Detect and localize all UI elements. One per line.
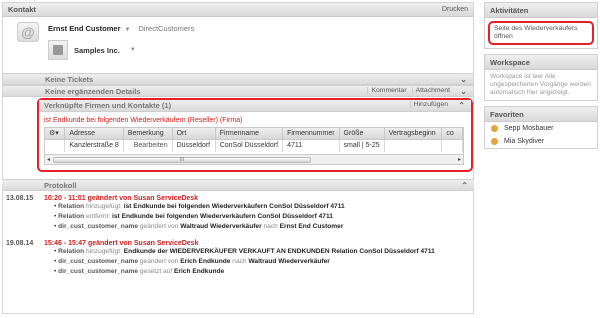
favorite-item[interactable]: Mia Skydiver <box>485 135 597 148</box>
horizontal-scrollbar[interactable]: ◂ III ▸ <box>45 154 463 164</box>
activities-title: Aktivitäten <box>485 3 597 18</box>
linked-section-bar: Verknüpfte Firmen und Kontakte (1) Hinzu… <box>39 100 471 112</box>
favorites-panel: Favoriten Sepp Mosbauer Mia Skydiver <box>484 106 598 149</box>
entry-date: 13.08.15 <box>6 195 34 202</box>
protokoll-section: Protokoll ⌃ 13.08.15 10:20 - 11:01 geänd… <box>2 179 474 277</box>
details-label: Keine ergänzenden Details <box>45 86 141 96</box>
grid-column-header[interactable]: Adresse <box>64 128 124 140</box>
favorite-item[interactable]: Sepp Mosbauer <box>485 122 597 135</box>
protokoll-title: Protokoll <box>44 180 77 190</box>
email-avatar-icon: @ <box>17 22 39 42</box>
grid-column-header[interactable]: Firmennummer <box>282 128 340 140</box>
favorites-title: Favoriten <box>485 107 597 122</box>
grid-column-header[interactable]: Größe <box>339 128 385 140</box>
linked-grid: ⚙▾ Adresse Bemerkung Ort Firmenname Firm… <box>44 127 464 165</box>
details-section-bar[interactable]: Keine ergänzenden Details Kommentar Atta… <box>3 85 473 97</box>
chevron-down-icon[interactable]: ⌄ <box>460 87 467 96</box>
comment-button[interactable]: Kommentar <box>367 87 409 94</box>
chevron-up-icon[interactable]: ⌃ <box>458 101 465 110</box>
grid-header-row: ⚙▾ Adresse Bemerkung Ort Firmenname Firm… <box>45 128 463 140</box>
open-reseller-page-button[interactable]: Seite des Wiederverkäufers öffnen <box>488 21 594 45</box>
tickets-label: Keine Tickets <box>45 74 94 84</box>
list-item: • Relation hinzugefügt: Endkunde der WIE… <box>54 248 435 255</box>
grid-cell-city: Düsseldorf <box>172 139 216 152</box>
grid-settings-column[interactable]: ⚙▾ <box>45 128 66 140</box>
scroll-left-icon[interactable]: ◂ <box>47 156 50 163</box>
print-link[interactable]: Drucken <box>442 6 468 13</box>
workspace-title: Workspace <box>485 55 597 70</box>
chevron-down-icon[interactable]: ▼ <box>130 47 136 53</box>
grid-cell-address: Kanzlerstraße 8 <box>64 139 124 152</box>
grid-cell-edit-link[interactable]: Bearbeiten <box>123 139 173 152</box>
kontakt-title: Kontakt <box>8 5 36 14</box>
workspace-panel: Workspace Workspace ist leer Alle ungesp… <box>484 54 598 101</box>
customer-line: Ernst End Customer ▼ DirectCustomers <box>48 24 194 33</box>
person-icon <box>491 138 498 145</box>
grid-cell-company-number: 4711 <box>282 139 340 152</box>
list-item: • dir_cust_customer_name geändert von Er… <box>54 258 330 265</box>
activities-panel: Aktivitäten Seite des Wiederverkäufers ö… <box>484 2 598 49</box>
right-sidebar: Aktivitäten Seite des Wiederverkäufers ö… <box>484 2 598 154</box>
organisation-line: Samples Inc. ▼ <box>48 40 140 60</box>
protokoll-entry: 13.08.15 10:20 - 11:01 geändert von Susa… <box>2 195 472 232</box>
organisation-name[interactable]: Samples Inc. <box>74 46 120 55</box>
protokoll-section-bar: Protokoll ⌃ <box>2 179 474 191</box>
tickets-section-bar[interactable]: Keine Tickets ⌄ <box>3 73 473 85</box>
grid-cell-contract-start <box>384 139 443 152</box>
attachment-button[interactable]: Attachment <box>411 87 453 94</box>
add-relation-button[interactable]: Hinzufügen <box>409 101 451 108</box>
building-icon <box>48 40 68 60</box>
list-item: • Relation entfernt: ist Endkunde bei fo… <box>54 213 333 220</box>
customer-name[interactable]: Ernst End Customer <box>48 24 121 33</box>
list-item: • Relation hinzugefügt: ist Endkunde bei… <box>54 203 345 210</box>
workspace-empty-text: Workspace ist leer Alle ungespeicherten … <box>490 73 591 96</box>
entry-heading: 10:20 - 11:01 geändert von Susan Service… <box>44 195 199 202</box>
customer-group: DirectCustomers <box>138 24 195 33</box>
grid-column-header[interactable]: Vertragsbeginn <box>384 128 443 140</box>
contact-card: @ Ernst End Customer ▼ DirectCustomers Sam… <box>3 17 473 73</box>
grid-column-header[interactable]: co <box>441 128 463 140</box>
grid-cell-co <box>441 139 463 152</box>
chevron-down-icon[interactable]: ▼ <box>125 27 131 33</box>
scroll-right-icon[interactable]: ▸ <box>458 156 461 163</box>
grid-column-header[interactable]: Ort <box>172 128 216 140</box>
chevron-down-icon[interactable]: ⌄ <box>460 75 467 84</box>
entry-heading: 15:46 - 15:47 geändert von Susan Service… <box>44 240 199 247</box>
scrollbar-thumb[interactable]: III <box>53 157 311 163</box>
grid-column-header[interactable]: Firmenname <box>215 128 284 140</box>
grid-cell-size: small | 5-25 <box>339 139 385 152</box>
person-icon <box>491 125 498 132</box>
linked-title: Verknüpfte Firmen und Kontakte (1) <box>44 101 172 110</box>
chevron-up-icon[interactable]: ⌃ <box>461 181 468 190</box>
list-item: • dir_cust_customer_name geändert von Wa… <box>54 223 344 230</box>
relation-title: ist Endkunde bei folgenden Wiederverkäuf… <box>44 117 243 124</box>
linked-companies-section: Verknüpfte Firmen und Kontakte (1) Hinzu… <box>37 98 473 172</box>
protokoll-entry: 19.08.14 15:46 - 15:47 geändert von Susa… <box>2 240 472 277</box>
grid-cell-company: ConSol Düsseldorf <box>215 139 284 152</box>
entry-date: 19.08.14 <box>6 240 34 247</box>
list-item: • dir_cust_customer_name gesetzt auf Eri… <box>54 268 225 275</box>
grid-column-header[interactable]: Bemerkung <box>123 128 173 140</box>
table-row[interactable]: Kanzlerstraße 8 Bearbeiten Düsseldorf Co… <box>45 139 463 152</box>
kontakt-header: Kontakt Drucken <box>3 3 473 17</box>
